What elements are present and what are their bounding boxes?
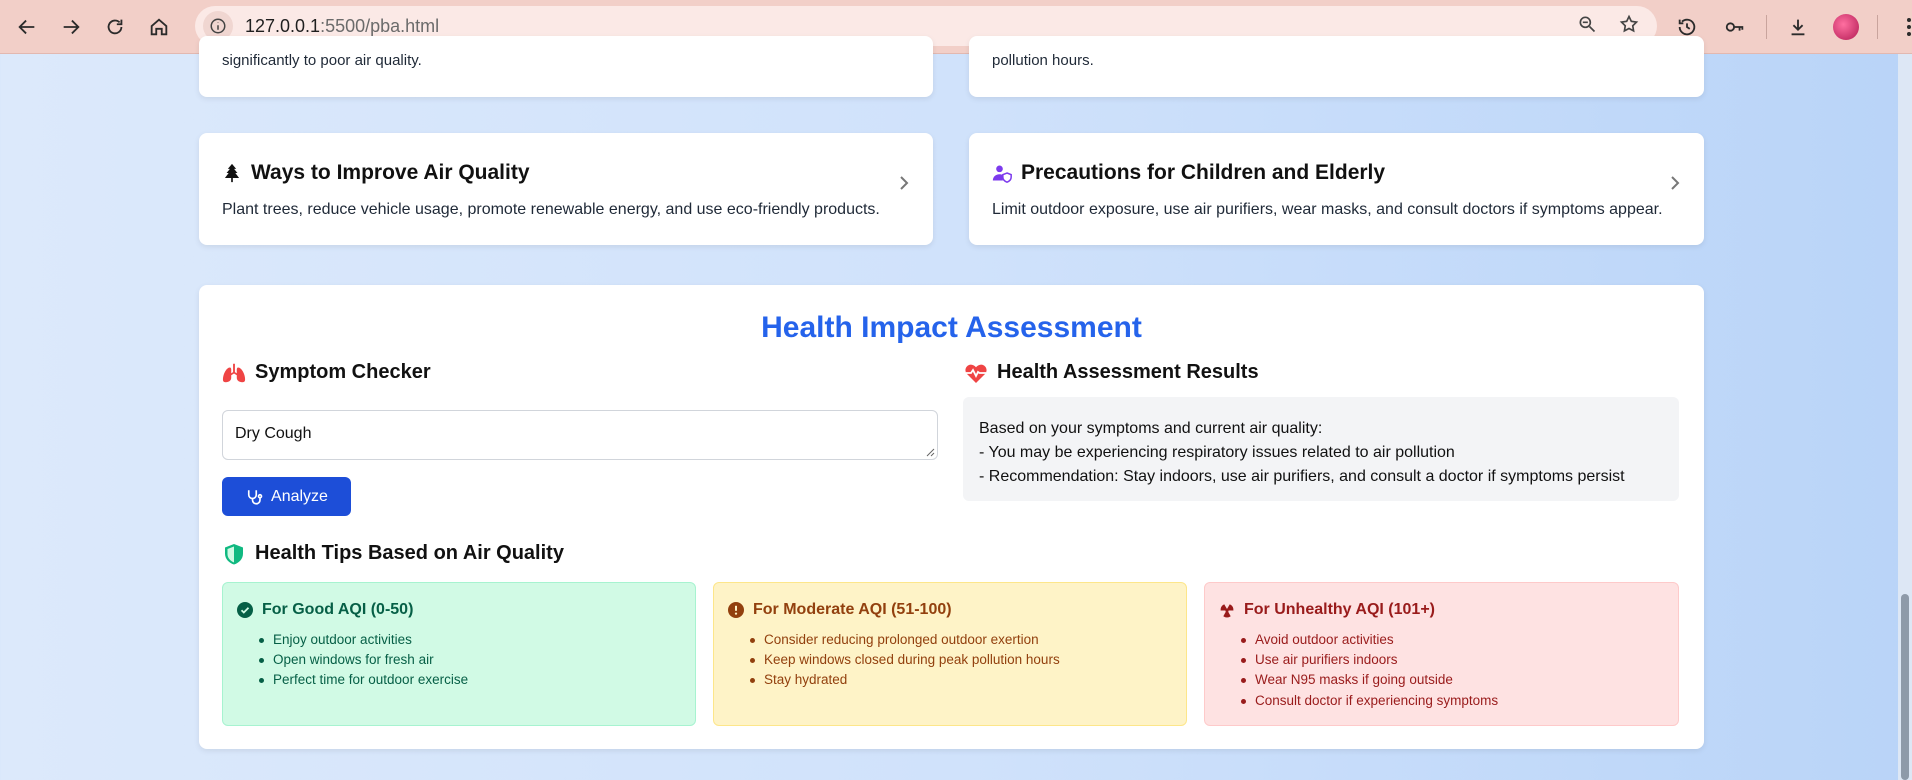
symptom-checker-heading: Symptom Checker [222,361,431,384]
menu-dots-icon [1907,18,1911,36]
reload-icon [107,19,123,34]
tree-icon [224,163,240,183]
results-line-1: Based on your symptoms and current air q… [979,420,1323,437]
top-card-right-text: pollution hours. [992,52,1094,69]
health-tips-title: Health Tips Based on Air Quality [255,542,564,564]
user-shield-icon [992,165,1012,183]
list-item: Open windows for fresh air [259,650,681,670]
arrow-left-icon [18,19,35,34]
analyze-label: Analyze [271,487,328,505]
results-box: Based on your symptoms and current air q… [963,397,1679,501]
list-item: Perfect time for outdoor exercise [259,670,681,690]
top-card-right[interactable]: pollution hours. [969,36,1704,97]
menu-button[interactable] [1892,10,1912,44]
home-button[interactable] [137,5,181,49]
improve-card-title: Ways to Improve Air Quality [251,161,530,184]
password-key-button[interactable] [1718,10,1752,44]
page-scrollbar[interactable] [1898,54,1912,780]
chevron-right-icon[interactable] [1668,175,1682,191]
check-circle-icon [237,602,253,618]
improve-air-quality-card[interactable]: Ways to Improve Air Quality Plant trees,… [199,133,933,245]
good-aqi-tips: For Good AQI (0-50) Enjoy outdoor activi… [222,582,696,726]
good-aqi-title: For Good AQI (0-50) [262,601,414,618]
url-host: 127.0.0.1 [245,15,321,36]
results-title: Health Assessment Results [997,361,1259,383]
results-line-3: - Recommendation: Stay indoors, use air … [979,468,1625,485]
precautions-card-title: Precautions for Children and Elderly [1021,161,1386,184]
bookmark-star-icon[interactable] [1619,14,1639,38]
chevron-right-icon[interactable] [897,175,911,191]
scrollbar-thumb[interactable] [1901,594,1909,780]
list-item: Enjoy outdoor activities [259,630,681,650]
shield-icon [225,543,243,564]
moderate-aqi-title: For Moderate AQI (51-100) [753,601,952,618]
list-item: Consult doctor if experiencing symptoms [1241,691,1664,711]
list-item: Consider reducing prolonged outdoor exer… [750,630,1172,650]
unhealthy-aqi-title: For Unhealthy AQI (101+) [1244,601,1435,618]
moderate-aqi-tips: For Moderate AQI (51-100) Consider reduc… [713,582,1187,726]
list-item: Wear N95 masks if going outside [1241,670,1664,690]
health-impact-assessment-section: Health Impact Assessment Symptom Checker… [199,285,1704,749]
url-text[interactable]: 127.0.0.1:5500/pba.html [245,16,439,37]
section-title: Health Impact Assessment [761,311,1142,344]
radiation-icon [1220,604,1234,618]
exclamation-circle-icon [728,602,744,618]
forward-button[interactable] [49,5,93,49]
unhealthy-aqi-tips: For Unhealthy AQI (101+) Avoid outdoor a… [1204,582,1679,726]
symptom-input[interactable]: Dry Cough [222,410,938,460]
avatar [1833,14,1859,40]
list-item: Keep windows closed during peak pollutio… [750,650,1172,670]
url-path: :5500/pba.html [320,15,440,36]
precautions-card-description: Limit outdoor exposure, use air purifier… [992,201,1663,218]
list-item: Avoid outdoor activities [1241,630,1664,650]
history-icon [1678,18,1696,36]
top-card-left[interactable]: significantly to poor air quality. [199,36,933,97]
zoom-icon[interactable] [1577,14,1597,38]
key-icon [1725,22,1744,32]
precautions-card[interactable]: Precautions for Children and Elderly Lim… [969,133,1704,245]
download-icon [1791,19,1805,36]
stethoscope-icon [247,489,263,505]
top-card-left-text: significantly to poor air quality. [222,52,422,69]
home-icon [150,17,168,35]
back-button[interactable] [5,5,49,49]
heart-pulse-icon [965,364,987,383]
toolbar-separator [1877,15,1878,39]
reload-button[interactable] [93,5,137,49]
results-heading: Health Assessment Results [964,361,1259,384]
improve-card-description: Plant trees, reduce vehicle usage, promo… [222,201,880,218]
lungs-icon [222,363,246,382]
symptom-checker-title: Symptom Checker [255,361,431,383]
list-item: Stay hydrated [750,670,1172,690]
toolbar-separator [1766,15,1767,39]
resize-handle-icon[interactable] [926,448,935,457]
results-line-2: - You may be experiencing respiratory is… [979,444,1455,461]
arrow-right-icon [63,19,80,34]
profile-button[interactable] [1829,10,1863,44]
list-item: Use air purifiers indoors [1241,650,1664,670]
analyze-button[interactable]: Analyze [222,477,351,516]
health-tips-heading: Health Tips Based on Air Quality [222,542,564,565]
downloads-button[interactable] [1781,10,1815,44]
